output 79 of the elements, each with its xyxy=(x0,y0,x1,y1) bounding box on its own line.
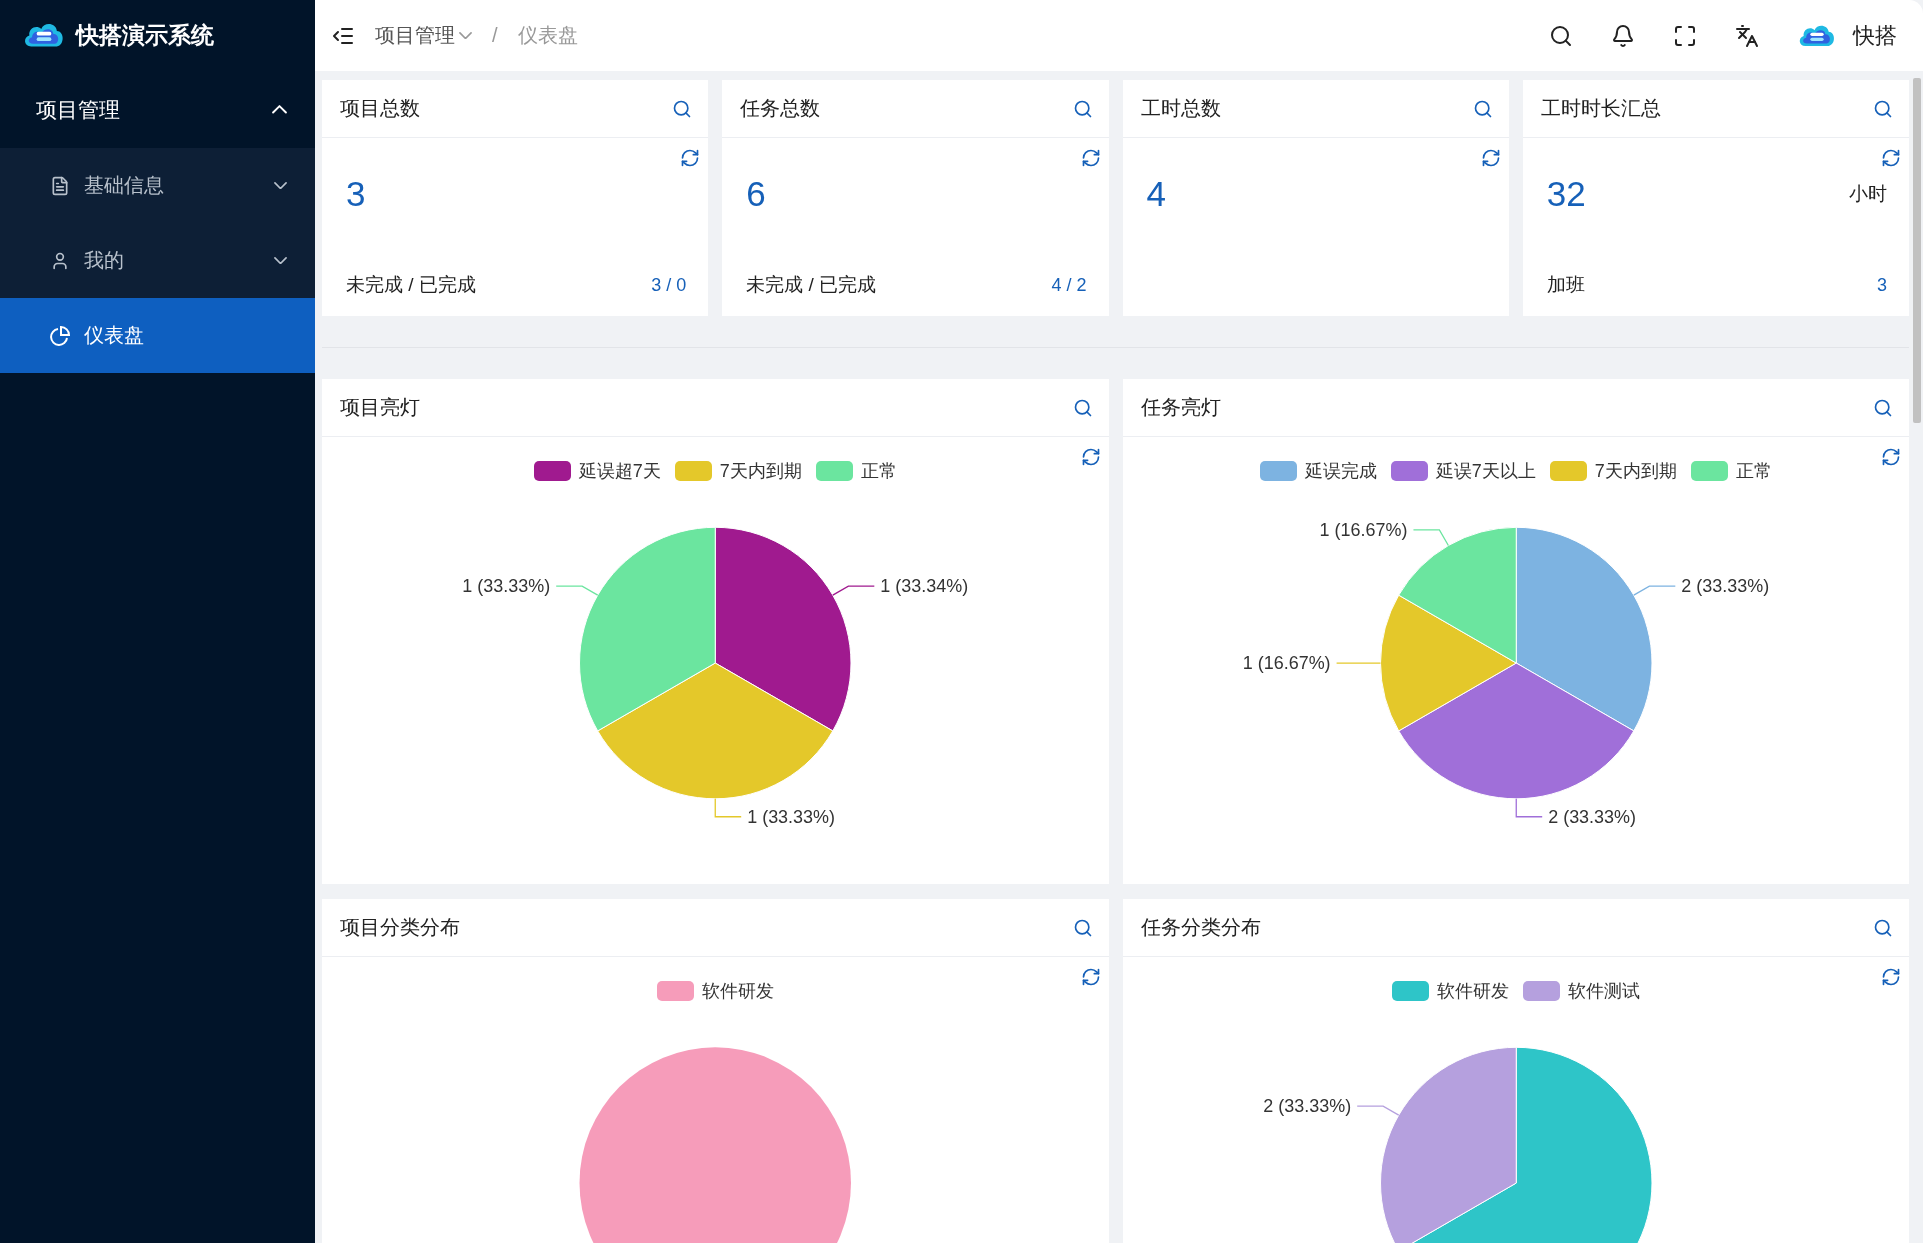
user-icon xyxy=(50,250,70,271)
card-title: 工时时长汇总 xyxy=(1540,96,1661,121)
search-button[interactable] xyxy=(1549,23,1573,48)
chevron-down-icon xyxy=(459,31,472,40)
leader-line xyxy=(1335,662,1381,664)
legend-label: 软件研发 xyxy=(1436,980,1509,1003)
stat-value: 4 xyxy=(1146,174,1166,214)
document-icon xyxy=(50,175,70,196)
menu-group[interactable]: 项目管理 xyxy=(0,71,315,148)
leader-line xyxy=(1632,585,1676,596)
menu-item[interactable]: 仪表盘 xyxy=(0,298,315,373)
search-button[interactable] xyxy=(1873,98,1893,119)
search-button[interactable] xyxy=(1873,917,1893,938)
search-button[interactable] xyxy=(672,98,693,119)
chevron-up-icon xyxy=(272,105,287,114)
slice-label: 1 (33.34%) xyxy=(880,576,969,597)
legend-label: 正常 xyxy=(1735,460,1772,483)
card-title: 任务分类分布 xyxy=(1140,915,1261,940)
legend-label: 正常 xyxy=(860,460,897,483)
stat-value: 3 xyxy=(346,174,366,214)
refresh-button[interactable] xyxy=(1080,967,1101,987)
refresh-button[interactable] xyxy=(1480,148,1501,168)
stat-count: 3 xyxy=(1877,274,1887,296)
leader-line xyxy=(714,798,742,818)
leader-line xyxy=(1515,798,1543,818)
refresh-button[interactable] xyxy=(680,148,701,168)
slice-label: 2 (33.33%) xyxy=(1262,1096,1351,1117)
leader-line xyxy=(555,585,599,596)
refresh-button[interactable] xyxy=(1881,148,1901,168)
stat-value: 6 xyxy=(746,174,766,214)
pie-chart-icon xyxy=(50,325,70,346)
legend-label: 7天内到期 xyxy=(719,460,802,483)
search-button[interactable] xyxy=(1472,98,1493,119)
stat-value: 32 xyxy=(1546,174,1586,214)
stat-label: 加班 xyxy=(1546,273,1585,297)
legend-label: 软件测试 xyxy=(1567,980,1640,1003)
slice-label: 2 (33.33%) xyxy=(1680,576,1769,597)
search-button[interactable] xyxy=(1072,917,1093,938)
legend-label: 延误完成 xyxy=(1304,460,1377,483)
stat-label: 未完成 / 已完成 xyxy=(346,273,476,297)
user-name[interactable]: 快搭 xyxy=(1853,20,1897,51)
card-title: 项目总数 xyxy=(340,96,420,121)
legend-label: 延误7天以上 xyxy=(1435,460,1536,483)
chevron-down-icon xyxy=(274,181,287,190)
card-title: 项目亮灯 xyxy=(340,395,420,420)
chevron-down-icon xyxy=(274,256,287,265)
card-title: 工时总数 xyxy=(1140,96,1221,121)
slice-label: 2 (33.33%) xyxy=(1547,806,1636,827)
app-title: 快搭演示系统 xyxy=(76,21,214,50)
card-title: 项目分类分布 xyxy=(340,915,460,940)
search-button[interactable] xyxy=(1072,98,1093,119)
language-button[interactable] xyxy=(1735,23,1759,48)
slice-label: 1 (16.67%) xyxy=(1319,519,1407,540)
breadcrumb-separator: / xyxy=(492,24,498,47)
stat-count: 4 / 2 xyxy=(1051,274,1087,296)
refresh-button[interactable] xyxy=(1881,447,1901,467)
stat-count: 3 / 0 xyxy=(651,274,687,296)
leader-line xyxy=(832,585,875,596)
legend-label: 软件研发 xyxy=(701,980,774,1003)
fullscreen-button[interactable] xyxy=(1673,23,1697,48)
refresh-button[interactable] xyxy=(1080,148,1101,168)
card-title: 任务亮灯 xyxy=(1140,395,1221,420)
breadcrumb-link[interactable]: 项目管理 xyxy=(375,22,472,49)
leader-line xyxy=(1412,529,1449,547)
scrollbar[interactable] xyxy=(1913,78,1921,423)
stat-label: 未完成 / 已完成 xyxy=(746,273,877,297)
stat-unit: 小时 xyxy=(1849,182,1887,206)
slice-label: 1 (33.33%) xyxy=(747,806,835,827)
card-title: 任务总数 xyxy=(740,96,821,121)
slice-label: 1 (16.67%) xyxy=(1242,653,1331,674)
legend-label: 7天内到期 xyxy=(1594,460,1677,483)
slice-label: 1 (33.33%) xyxy=(462,576,551,597)
refresh-button[interactable] xyxy=(1881,967,1901,987)
notification-button[interactable] xyxy=(1611,23,1635,48)
refresh-button[interactable] xyxy=(1080,447,1101,467)
leader-line xyxy=(1356,1105,1399,1116)
search-button[interactable] xyxy=(1072,397,1093,418)
search-button[interactable] xyxy=(1873,397,1893,418)
legend-label: 延误超7天 xyxy=(578,460,661,483)
